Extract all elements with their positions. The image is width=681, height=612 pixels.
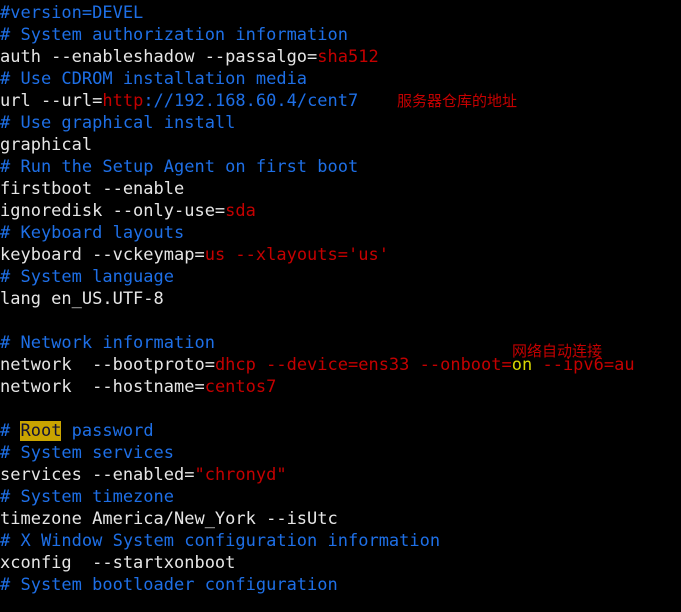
code-line: # Use graphical install — [0, 112, 681, 134]
code-token: # System bootloader configuration — [0, 575, 338, 595]
code-line: firstboot --enable — [0, 178, 681, 200]
annotation-repo-address: 服务器仓库的地址 — [397, 92, 518, 110]
code-line: # System services — [0, 442, 681, 464]
code-token: us --xlayouts='us' — [204, 245, 389, 265]
code-token: sda — [225, 201, 256, 221]
code-token: network --hostname= — [0, 377, 205, 397]
code-token: # Run the Setup Agent on first boot — [0, 157, 359, 177]
code-token: # System authorization information — [0, 25, 348, 45]
code-token: network --bootproto= — [0, 355, 215, 375]
code-line: # System authorization information — [0, 24, 681, 46]
code-token: # Use graphical install — [0, 113, 236, 133]
code-line: # Run the Setup Agent on first boot — [0, 156, 681, 178]
code-line: graphical — [0, 134, 681, 156]
code-line: # System bootloader configuration — [0, 574, 681, 596]
code-line: # System timezone — [0, 486, 681, 508]
code-line: # X Window System configuration informat… — [0, 530, 681, 552]
code-token: lang en_US.UTF-8 — [0, 289, 164, 309]
code-token: # Keyboard layouts — [0, 223, 185, 243]
code-line: # Root password — [0, 420, 681, 442]
code-token: ignoredisk --only-use= — [0, 201, 226, 221]
code-token: url --url= — [0, 91, 103, 111]
kickstart-config-text[interactable]: #version=DEVEL # System authorization inf… — [0, 0, 681, 596]
code-line: # Keyboard layouts — [0, 222, 681, 244]
code-token: # Use CDROM installation media — [0, 69, 308, 89]
code-line: keyboard --vckeymap=us --xlayouts='us' — [0, 244, 681, 266]
code-token: timezone America/New_York --isUtc — [0, 509, 338, 529]
code-token: Root — [20, 421, 62, 441]
code-token: ://192.168.60.4/cent7 — [143, 91, 359, 111]
code-token: services --enabled= — [0, 465, 195, 485]
code-line: services --enabled="chronyd" — [0, 464, 681, 486]
code-line: lang en_US.UTF-8 — [0, 288, 681, 310]
code-token: http — [102, 91, 144, 111]
code-line: auth --enableshadow --passalgo=sha512 — [0, 46, 681, 68]
code-token: xconfig --startxonboot — [0, 553, 236, 573]
code-token: # System timezone — [0, 487, 174, 507]
annotation-network-auto: 网络自动连接 — [512, 342, 603, 360]
code-token: # — [0, 421, 21, 441]
code-token: auth --enableshadow --passalgo= — [0, 47, 318, 67]
code-line: xconfig --startxonboot — [0, 552, 681, 574]
code-token: # Network information — [0, 333, 215, 353]
code-token: # System services — [0, 443, 174, 463]
code-token: firstboot --enable — [0, 179, 185, 199]
code-token: sha512 — [317, 47, 379, 67]
code-line: # Use CDROM installation media — [0, 68, 681, 90]
code-line: #version=DEVEL — [0, 2, 681, 24]
code-line: network --hostname=centos7 — [0, 376, 681, 398]
code-token: password — [61, 421, 154, 441]
code-token: # X Window System configuration informat… — [0, 531, 441, 551]
code-line: timezone America/New_York --isUtc — [0, 508, 681, 530]
code-token: #version=DEVEL — [0, 3, 144, 23]
code-line: ignoredisk --only-use=sda — [0, 200, 681, 222]
code-token: # System language — [0, 267, 174, 287]
code-token: centos7 — [204, 377, 277, 397]
code-token: dhcp --device=ens33 --onboot= — [214, 355, 512, 375]
code-token: keyboard --vckeymap= — [0, 245, 205, 265]
code-line: url --url=http://192.168.60.4/cent7 — [0, 90, 681, 112]
code-token: "chronyd" — [194, 465, 287, 485]
code-line: # System language — [0, 266, 681, 288]
code-token: graphical — [0, 135, 93, 155]
terminal-window[interactable]: #version=DEVEL # System authorization inf… — [0, 0, 681, 612]
